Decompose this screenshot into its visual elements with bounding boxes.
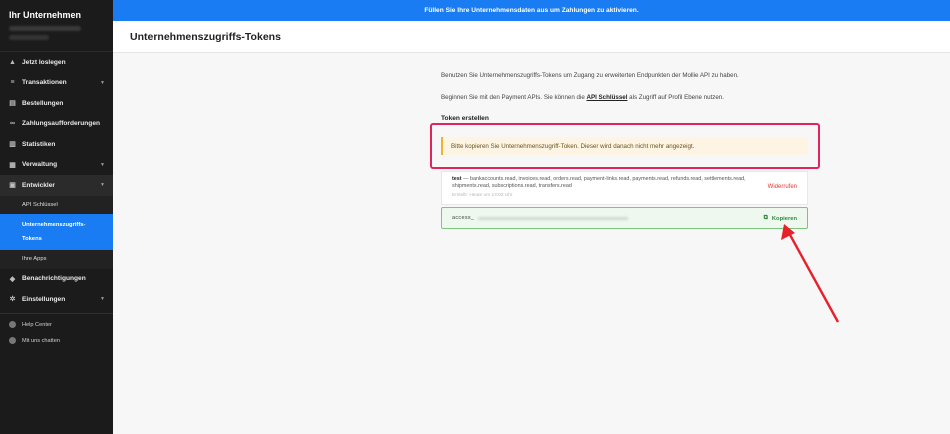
- arrow-shaft: [787, 232, 840, 323]
- annotation-arrow: [781, 224, 840, 323]
